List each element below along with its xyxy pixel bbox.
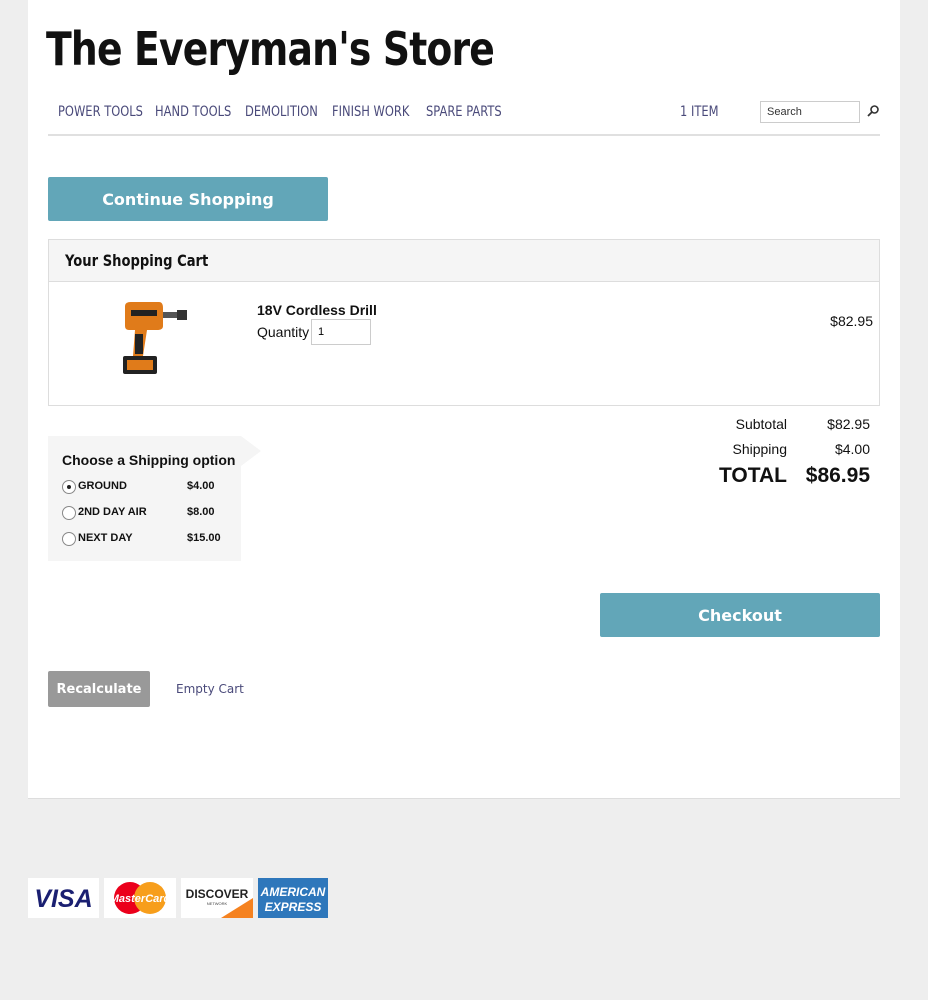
shipping-option-next-day[interactable]: NEXT DAY $15.00 (62, 531, 232, 549)
shipping-option-label: 2ND DAY AIR (78, 506, 147, 518)
nav-item-finish-work[interactable]: FINISH WORK (332, 104, 409, 120)
amex-text-line2: EXPRESS (265, 900, 322, 914)
shipping-option-2nd-day-air[interactable]: 2ND DAY AIR $8.00 (62, 505, 232, 523)
quantity-label: Quantity (257, 324, 310, 340)
discover-card-icon: DISCOVER NETWORK (181, 878, 253, 918)
total-label: TOTAL (718, 464, 787, 487)
shopping-cart: Your Shopping Cart 18V Cordless Drill Qu… (48, 239, 880, 406)
continue-shopping-button[interactable]: Continue Shopping (48, 177, 328, 221)
recalculate-button[interactable]: Recalculate (48, 671, 150, 707)
shipping-options-panel: Choose a Shipping option GROUND $4.00 2N… (48, 436, 241, 561)
product-price: $82.95 (830, 313, 873, 329)
nav-item-spare-parts[interactable]: SPARE PARTS (426, 104, 502, 120)
empty-cart-link[interactable]: Empty Cart (176, 682, 244, 696)
shipping-panel-arrow (241, 436, 261, 466)
shipping-cost-label: Shipping (732, 441, 788, 457)
amex-text-line1: AMERICAN (260, 885, 326, 899)
nav-item-power-tools[interactable]: POWER TOOLS (58, 104, 143, 120)
store-title: The Everyman's Store (46, 22, 495, 76)
shipping-option-ground[interactable]: GROUND $4.00 (62, 479, 232, 497)
mastercard-text: MasterCard (110, 893, 171, 905)
product-name: 18V Cordless Drill (257, 302, 377, 318)
search-input[interactable] (760, 101, 860, 123)
cart-heading: Your Shopping Cart (65, 251, 209, 270)
main-nav: POWER TOOLS HAND TOOLS DEMOLITION FINISH… (48, 100, 880, 136)
discover-text: DISCOVER (186, 887, 249, 901)
visa-card-icon: VISA (28, 878, 99, 918)
shipping-option-price: $4.00 (187, 480, 215, 492)
shipping-option-price: $8.00 (187, 506, 215, 518)
subtotal-value: $82.95 (827, 416, 870, 432)
cordless-drill-image (123, 302, 187, 374)
shipping-option-price: $15.00 (187, 532, 221, 544)
radio-2nd-day-air[interactable] (62, 506, 76, 520)
mastercard-icon: MasterCard (104, 878, 176, 918)
cart-item-count[interactable]: 1 ITEM (680, 104, 719, 120)
shipping-option-label: GROUND (78, 480, 127, 492)
page-container: The Everyman's Store POWER TOOLS HAND TO… (28, 0, 900, 799)
cart-header: Your Shopping Cart (49, 240, 879, 282)
quantity-input[interactable] (311, 319, 371, 345)
discover-network-text: NETWORK (207, 901, 228, 906)
shipping-option-label: NEXT DAY (78, 532, 133, 544)
search-icon[interactable] (866, 104, 880, 118)
total-value: $86.95 (805, 464, 870, 487)
radio-ground[interactable] (62, 480, 76, 494)
american-express-card-icon: AMERICAN EXPRESS (258, 878, 328, 918)
radio-next-day[interactable] (62, 532, 76, 546)
nav-item-hand-tools[interactable]: HAND TOOLS (155, 104, 231, 120)
subtotal-label: Subtotal (735, 416, 787, 432)
nav-item-demolition[interactable]: DEMOLITION (245, 104, 318, 120)
checkout-button[interactable]: Checkout (600, 593, 880, 637)
shipping-cost-value: $4.00 (834, 441, 870, 457)
visa-text: VISA (34, 885, 92, 913)
shipping-title: Choose a Shipping option (62, 452, 236, 468)
